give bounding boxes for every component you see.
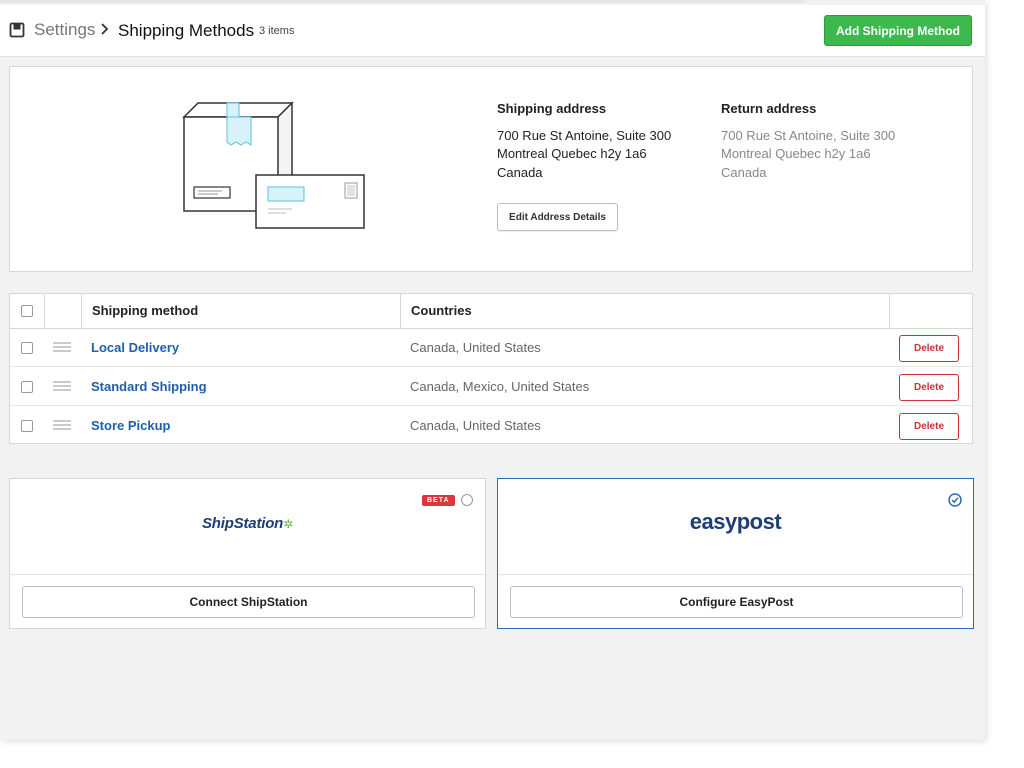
- add-shipping-method-button[interactable]: Add Shipping Method: [824, 15, 972, 46]
- shipping-address-line2: Montreal Quebec h2y 1a6: [497, 146, 647, 161]
- app-frame: Settings Shipping Methods 3 items Add Sh…: [0, 0, 985, 740]
- check-circle-icon[interactable]: [948, 493, 962, 507]
- drag-handle-icon[interactable]: [53, 420, 71, 430]
- shipstation-logo-text: ShipStation: [202, 515, 284, 532]
- return-address-line3: Canada: [721, 164, 767, 180]
- return-address-heading: Return address: [721, 101, 817, 116]
- method-countries: Canada, Mexico, United States: [410, 379, 590, 394]
- top-scroll-indicator: [0, 0, 805, 3]
- return-address-line1: 700 Rue St Antoine, Suite 300: [721, 127, 896, 143]
- delete-button[interactable]: Delete: [899, 374, 959, 401]
- beta-badge: BETA: [422, 495, 455, 506]
- easypost-card[interactable]: easypost Configure EasyPost: [497, 478, 974, 629]
- drag-handle-icon[interactable]: [53, 342, 71, 352]
- column-divider: [400, 294, 401, 329]
- easypost-card-header: easypost: [498, 479, 973, 575]
- row-checkbox[interactable]: [21, 381, 33, 393]
- package-illustration: [182, 101, 365, 229]
- configure-easypost-button[interactable]: Configure EasyPost: [510, 586, 963, 618]
- shipstation-card-header: ShipStation✲ BETA: [10, 479, 485, 575]
- column-divider: [81, 294, 82, 329]
- chevron-right-icon: [101, 23, 109, 35]
- row-checkbox[interactable]: [21, 420, 33, 432]
- shipping-address: Shipping address 700 Rue St Antoine, Sui…: [497, 100, 671, 182]
- shipping-address-line1: 700 Rue St Antoine, Suite 300: [497, 127, 672, 143]
- column-divider: [44, 294, 45, 329]
- column-header-countries[interactable]: Countries: [411, 303, 472, 318]
- row-checkbox[interactable]: [21, 342, 33, 354]
- breadcrumb-settings-link[interactable]: Settings: [34, 20, 95, 40]
- shipstation-radio[interactable]: [461, 494, 473, 506]
- return-address: Return address 700 Rue St Antoine, Suite…: [721, 100, 895, 182]
- page-header: Settings Shipping Methods 3 items Add Sh…: [0, 5, 985, 57]
- address-panel: Shipping address 700 Rue St Antoine, Sui…: [9, 66, 973, 272]
- return-address-line2: Montreal Quebec h2y 1a6: [721, 146, 871, 161]
- delete-button[interactable]: Delete: [899, 413, 959, 440]
- shipping-methods-table: Shipping method Countries Local Delivery…: [9, 293, 973, 444]
- delete-button[interactable]: Delete: [899, 335, 959, 362]
- method-link-local-delivery[interactable]: Local Delivery: [91, 340, 179, 355]
- book-icon: [9, 22, 25, 38]
- connect-shipstation-button[interactable]: Connect ShipStation: [22, 586, 475, 618]
- method-countries: Canada, United States: [410, 340, 541, 355]
- table-row: Store Pickup Canada, United States Delet…: [10, 407, 972, 445]
- method-countries: Canada, United States: [410, 418, 541, 433]
- table-header: Shipping method Countries: [10, 294, 972, 329]
- method-link-store-pickup[interactable]: Store Pickup: [91, 418, 170, 433]
- gear-icon: ✲: [283, 517, 293, 531]
- shipstation-card[interactable]: ShipStation✲ BETA Connect ShipStation: [9, 478, 486, 629]
- edit-address-button[interactable]: Edit Address Details: [497, 203, 618, 231]
- method-link-standard-shipping[interactable]: Standard Shipping: [91, 379, 207, 394]
- shipping-address-heading: Shipping address: [497, 101, 607, 116]
- column-header-method[interactable]: Shipping method: [92, 303, 198, 318]
- item-count: 3 items: [259, 25, 295, 37]
- shipping-address-line3: Canada: [497, 164, 543, 180]
- table-row: Standard Shipping Canada, Mexico, United…: [10, 368, 972, 406]
- easypost-logo: easypost: [689, 509, 782, 534]
- table-row: Local Delivery Canada, United States Del…: [10, 329, 972, 367]
- shipstation-logo: ShipStation✲: [10, 515, 485, 532]
- column-divider: [889, 294, 890, 329]
- select-all-checkbox[interactable]: [21, 305, 33, 317]
- drag-handle-icon[interactable]: [53, 381, 71, 391]
- page-title: Shipping Methods: [118, 21, 255, 40]
